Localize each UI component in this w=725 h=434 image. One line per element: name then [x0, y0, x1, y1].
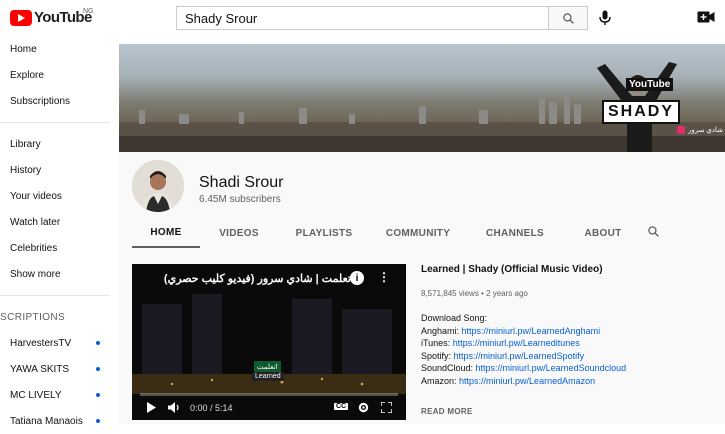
description-label: Download Song: [421, 313, 488, 323]
search-button[interactable] [548, 6, 588, 30]
street-sign-english: Learned [252, 372, 284, 381]
subscriber-count: 6.45M subscribers [199, 194, 281, 205]
description-link[interactable]: https://miniurl.pw/LearnedAmazon [459, 376, 595, 386]
tab-channels[interactable]: CHANNELS [466, 218, 564, 248]
new-content-dot [96, 341, 100, 345]
country-code: NG [83, 8, 94, 15]
search-icon [562, 12, 574, 24]
sidebar-item-home[interactable]: Home [0, 36, 110, 62]
tab-community[interactable]: COMMUNITY [370, 218, 466, 248]
video-meta: 8,571,845 views • 2 years ago [421, 289, 528, 298]
youtube-play-icon [10, 9, 32, 26]
channel-tabs: HOME VIDEOS PLAYLISTS COMMUNITY CHANNELS… [132, 218, 642, 248]
subscription-item[interactable]: Tatiana Manaois [0, 408, 110, 434]
tab-playlists[interactable]: PLAYLISTS [278, 218, 370, 248]
banner-youtube-tag: YouTube [626, 78, 674, 91]
read-more-button[interactable]: READ MORE [421, 407, 473, 416]
sidebar-item-subscriptions[interactable]: Subscriptions [0, 88, 110, 114]
avatar-photo [132, 160, 184, 212]
tab-videos[interactable]: VIDEOS [200, 218, 278, 248]
subscription-label: Tatiana Manaois [10, 415, 83, 427]
create-video-button[interactable] [697, 10, 715, 26]
description-label: SoundCloud: [421, 363, 476, 373]
subscription-label: HarvestersTV [10, 337, 72, 349]
subscription-item[interactable]: MC LIVELY [0, 382, 110, 408]
new-content-dot [96, 393, 100, 397]
instagram-icon [677, 126, 685, 134]
banner-instagram-link[interactable]: شادي سرور [677, 126, 723, 134]
play-icon[interactable] [146, 402, 156, 413]
description-label: Spotify: [421, 350, 454, 361]
description-line: Amazon: https://miniurl.pw/LearnedAmazon [421, 375, 721, 388]
tab-about[interactable]: ABOUT [564, 218, 642, 248]
search-icon [648, 226, 659, 237]
youtube-logo[interactable]: YouTube NG [10, 8, 94, 26]
fullscreen-icon[interactable] [381, 402, 392, 413]
player-video-title: اتعلمت | شادي سرور (فيديو كليب حصري) [163, 273, 354, 285]
description-label: Anghami: [421, 325, 462, 336]
featured-video-info: Learned | Shady (Official Music Video) 8… [421, 264, 721, 387]
sidebar-item-history[interactable]: History [0, 157, 110, 183]
sidebar-item-watch-later[interactable]: Watch later [0, 209, 110, 235]
instagram-handle: شادي سرور [688, 127, 724, 134]
subtitles-cc-icon[interactable]: CC [334, 403, 349, 410]
description-line: iTunes: https://miniurl.pw/Learneditunes [421, 337, 721, 350]
settings-gear-icon[interactable] [358, 402, 369, 413]
channel-banner: YouTube SHADY شادي سرور [119, 44, 725, 152]
new-content-dot [96, 367, 100, 371]
sidebar-divider [0, 295, 110, 296]
description-line: SoundCloud: https://miniurl.pw/LearnedSo… [421, 362, 721, 375]
channel-name: Shadi Srour [199, 174, 284, 191]
masthead: YouTube NG [0, 0, 725, 36]
description-line: Spotify: https://miniurl.pw/LearnedSpoti… [421, 350, 721, 363]
channel-avatar[interactable] [132, 160, 184, 212]
subscriptions-header: SCRIPTIONS [0, 311, 66, 323]
description-label: iTunes: [421, 338, 453, 348]
subscription-label: MC LIVELY [10, 389, 62, 401]
description-link[interactable]: https://miniurl.pw/LearnedSoundcloud [476, 363, 627, 373]
subscription-item[interactable]: HarvestersTV [0, 330, 110, 356]
sidebar-item-show-more[interactable]: Show more [0, 261, 110, 287]
subscription-item[interactable]: YAWA SKITS [0, 356, 110, 382]
description-line: Download Song: [421, 312, 721, 325]
time-display: 0:00 / 5:14 [190, 403, 233, 413]
mic-icon [599, 10, 611, 25]
channel-content: Shadi Srour 6.45M subscribers HOME VIDEO… [119, 152, 725, 424]
description-link[interactable]: https://miniurl.pw/LearnedSpotify [454, 351, 585, 361]
player-controls: 0:00 / 5:14 CC [132, 396, 406, 420]
sidebar: Home Explore Subscriptions Library Histo… [0, 36, 110, 427]
sidebar-item-celebrities[interactable]: Celebrities [0, 235, 110, 261]
banner-shady-tag: SHADY [602, 100, 681, 124]
sidebar-item-library[interactable]: Library [0, 131, 110, 157]
description-line: Anghami: https://miniurl.pw/LearnedAngha… [421, 325, 721, 338]
sidebar-item-explore[interactable]: Explore [0, 62, 110, 88]
featured-video-player[interactable]: اتعلمت | شادي سرور (فيديو كليب حصري) i ⋮… [132, 264, 406, 420]
video-create-icon [697, 11, 715, 23]
description-link[interactable]: https://miniurl.pw/Learneditunes [453, 338, 580, 348]
more-options-icon[interactable]: ⋮ [378, 270, 390, 284]
description-link[interactable]: https://miniurl.pw/LearnedAnghami [462, 326, 601, 336]
channel-search-button[interactable] [647, 225, 661, 239]
sidebar-divider [0, 122, 110, 123]
video-title[interactable]: Learned | Shady (Official Music Video) [421, 264, 721, 275]
search-input[interactable] [176, 6, 548, 30]
info-icon[interactable]: i [350, 271, 364, 285]
new-content-dot [96, 419, 100, 423]
tab-home[interactable]: HOME [132, 218, 200, 248]
subscription-label: YAWA SKITS [10, 363, 70, 375]
voice-search-button[interactable] [598, 8, 612, 28]
sidebar-item-your-videos[interactable]: Your videos [0, 183, 110, 209]
volume-icon[interactable] [168, 402, 180, 413]
description-label: Amazon: [421, 375, 460, 386]
